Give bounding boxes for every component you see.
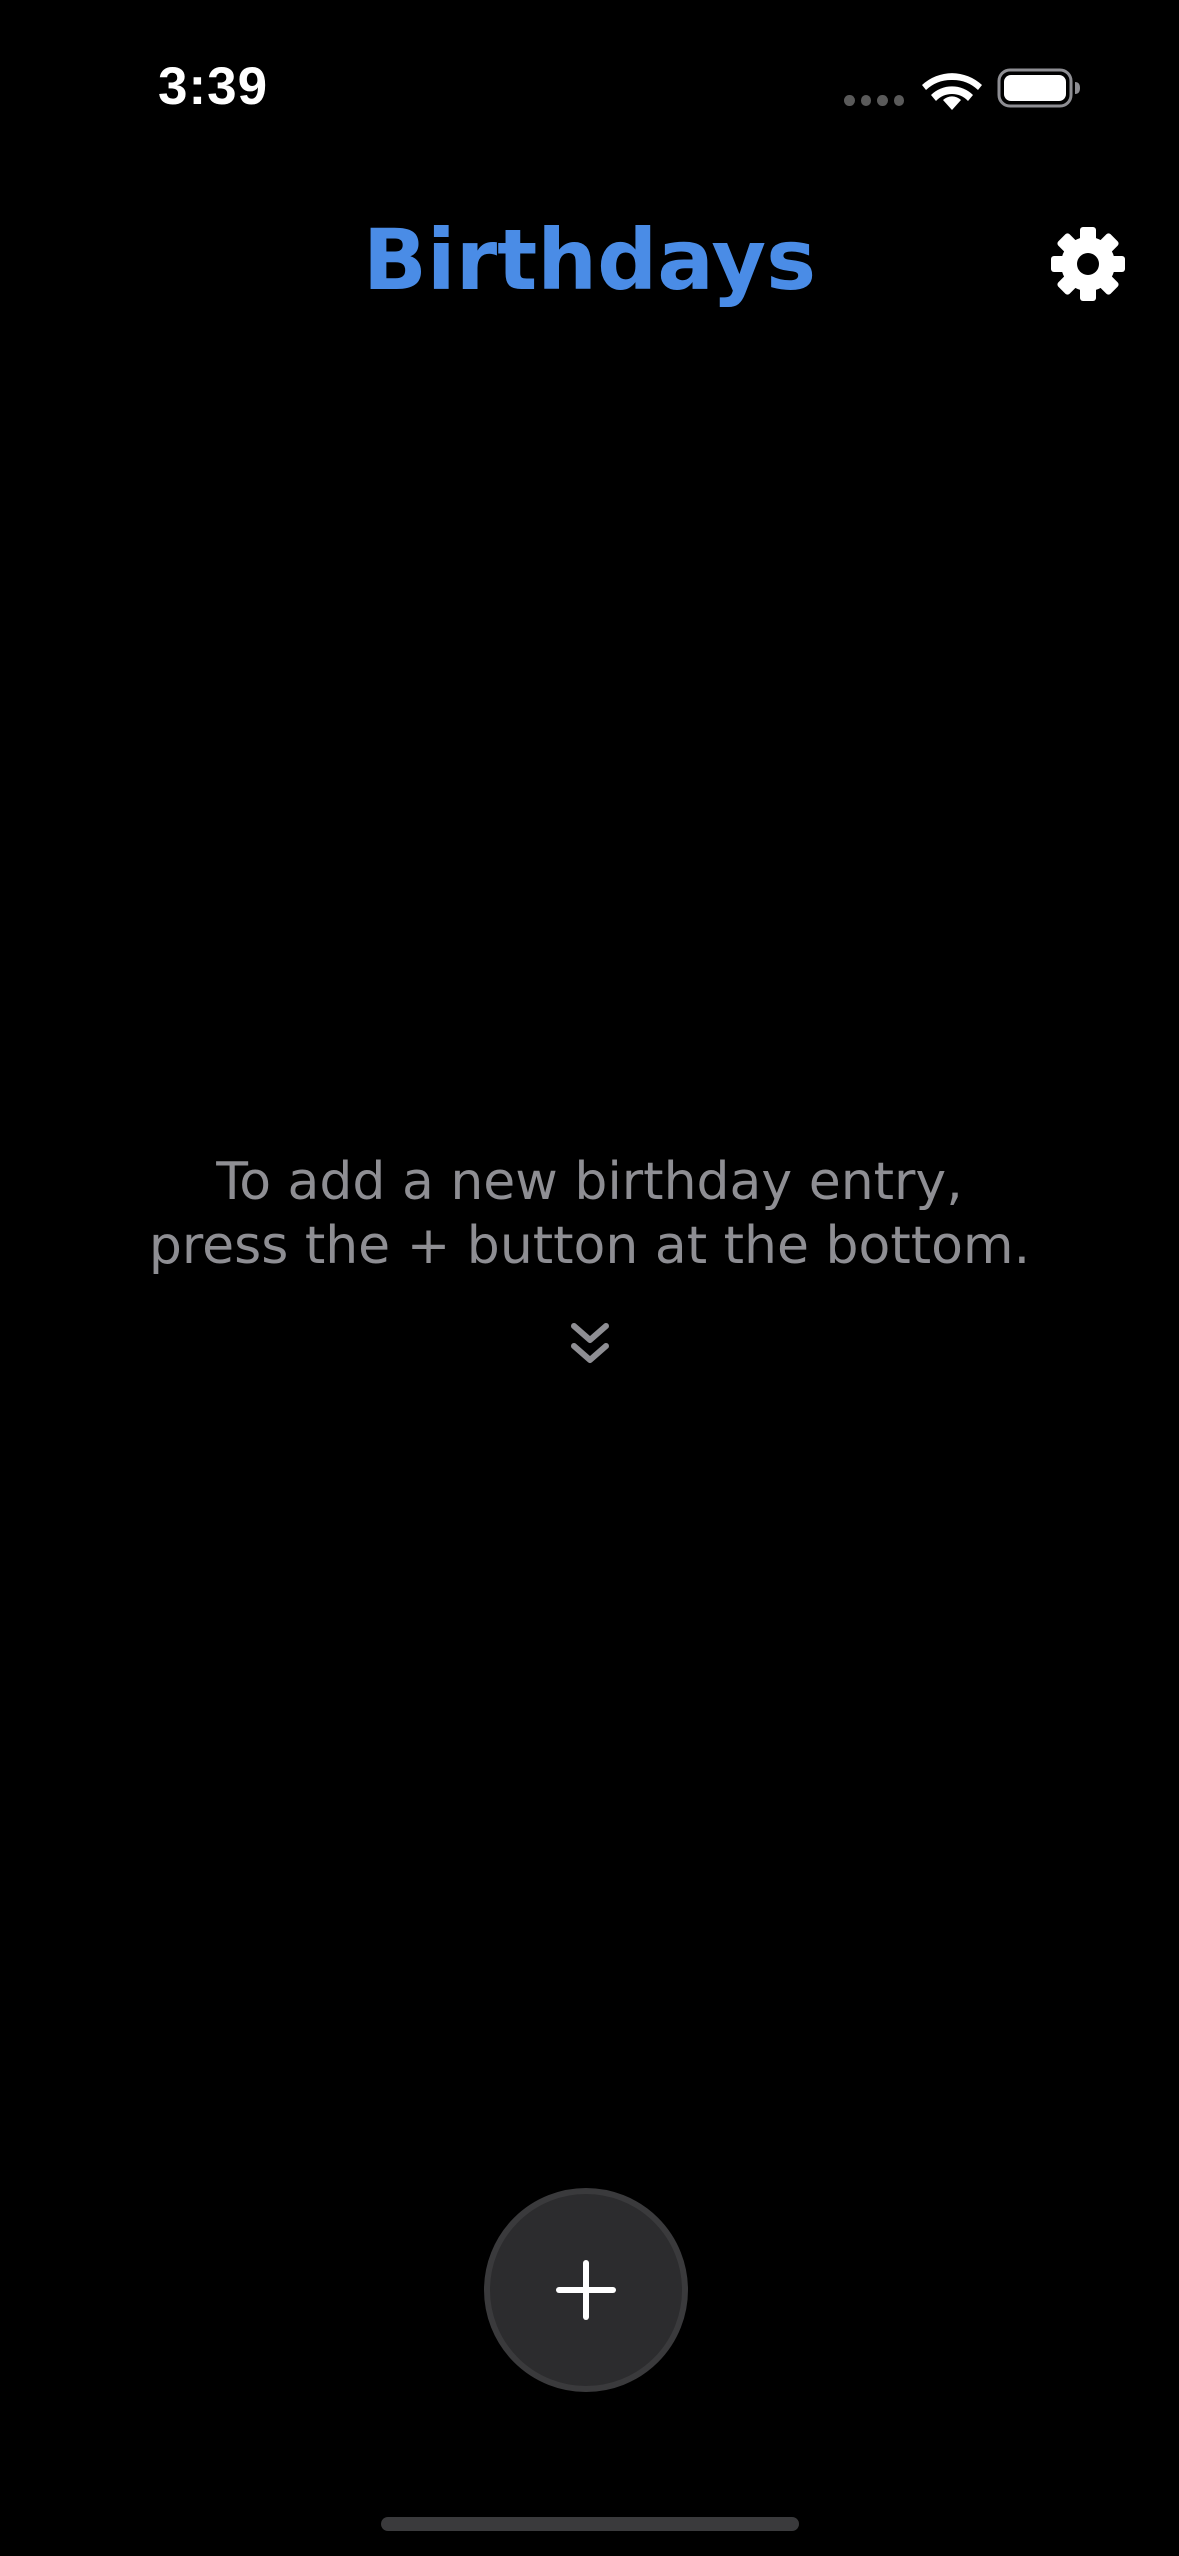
settings-button[interactable] [1046, 222, 1130, 306]
status-time: 3:39 [158, 57, 269, 116]
cellular-signal-icon [844, 95, 904, 109]
empty-state-message: To add a new birthday entry, press the +… [0, 1150, 1179, 1278]
gear-icon [1051, 227, 1125, 301]
wifi-icon [922, 73, 982, 110]
plus-icon [556, 2260, 616, 2320]
empty-state-line-2: press the + button at the bottom. [148, 1216, 1031, 1276]
home-indicator[interactable] [381, 2517, 799, 2531]
page-title: Birthdays [362, 211, 817, 309]
add-birthday-button[interactable] [484, 2188, 688, 2392]
empty-state-line-1: To add a new birthday entry, [216, 1152, 963, 1212]
battery-icon [997, 68, 1080, 108]
chevron-double-down-icon [571, 1323, 609, 1363]
